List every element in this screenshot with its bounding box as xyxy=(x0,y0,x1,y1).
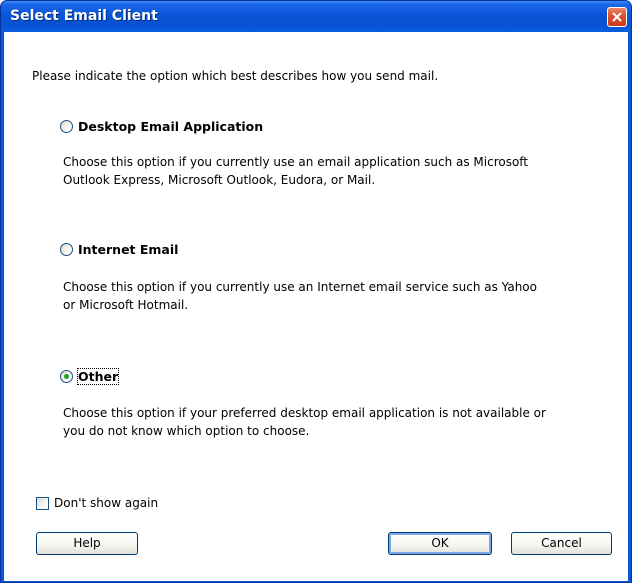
description-line: Choose this option if you currently use … xyxy=(63,280,537,294)
radio-button-desktop-email[interactable] xyxy=(60,120,73,133)
dont-show-again-label[interactable]: Don't show again xyxy=(54,496,158,510)
ok-button[interactable]: OK xyxy=(388,532,492,555)
description-line: Outlook Express, Microsoft Outlook, Eudo… xyxy=(63,173,376,187)
intro-text: Please indicate the option which best de… xyxy=(32,69,439,83)
cancel-button[interactable]: Cancel xyxy=(511,532,612,555)
dont-show-again-checkbox[interactable] xyxy=(36,497,49,510)
description-other: Choose this option if your preferred des… xyxy=(63,404,623,440)
title-bar[interactable]: Select Email Client xyxy=(1,1,631,32)
close-button[interactable] xyxy=(607,7,627,27)
radio-button-internet-email[interactable] xyxy=(60,243,73,256)
radio-label-internet-email[interactable]: Internet Email xyxy=(78,242,178,257)
radio-label-desktop-email[interactable]: Desktop Email Application xyxy=(78,119,263,134)
description-internet-email: Choose this option if you currently use … xyxy=(63,278,623,314)
window-title: Select Email Client xyxy=(10,8,158,24)
radio-label-other[interactable]: Other xyxy=(76,368,120,385)
select-email-client-window: Select Email Client Please indicate the … xyxy=(0,0,632,583)
description-desktop-email: Choose this option if you currently use … xyxy=(63,153,623,189)
close-icon xyxy=(612,12,622,22)
description-line: or Microsoft Hotmail. xyxy=(63,298,189,312)
description-line: you do not know which option to choose. xyxy=(63,424,310,438)
dialog-body: Please indicate the option which best de… xyxy=(4,32,628,581)
radio-button-other[interactable] xyxy=(60,370,73,383)
help-button[interactable]: Help xyxy=(36,532,138,555)
description-line: Choose this option if your preferred des… xyxy=(63,406,546,420)
radio-selected-dot xyxy=(64,374,69,379)
description-line: Choose this option if you currently use … xyxy=(63,155,529,169)
